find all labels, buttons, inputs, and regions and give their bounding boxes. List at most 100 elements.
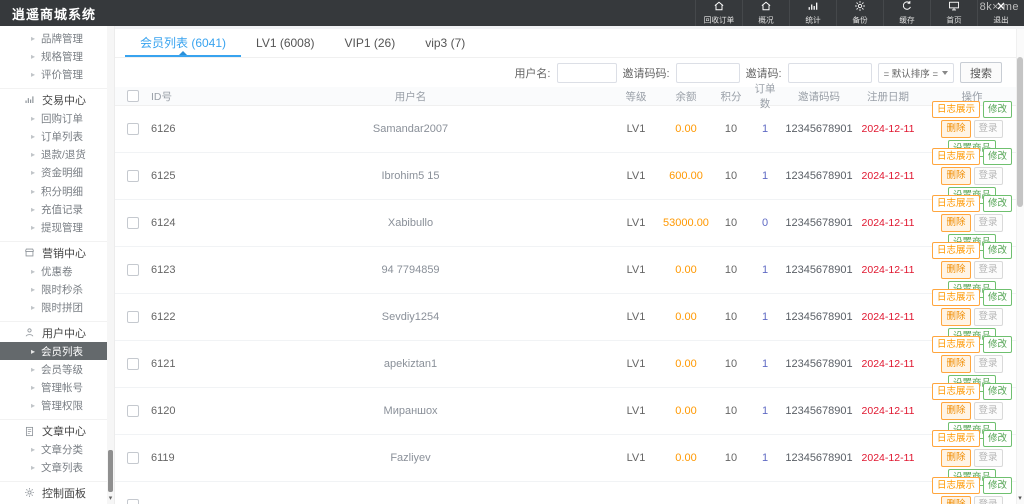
log-display-button[interactable]: 日志展示: [932, 430, 980, 448]
delete-button[interactable]: 删除: [941, 120, 970, 138]
sidebar-item-12[interactable]: ▸优惠卷: [0, 262, 114, 280]
topnav-item-chart[interactable]: 统计: [789, 0, 836, 26]
sidebar-item-5[interactable]: ▸订单列表: [0, 127, 114, 145]
tab-1[interactable]: LV1 (6008): [241, 29, 329, 57]
sidebar-item-0[interactable]: ▸品牌管理: [0, 29, 114, 47]
cell-orders-link[interactable]: 1: [750, 264, 780, 276]
cell-orders-link[interactable]: 0: [750, 217, 780, 229]
sidebar-item-4[interactable]: ▸回购订单: [0, 109, 114, 127]
edit-button[interactable]: 修改: [983, 336, 1012, 354]
sidebar-item-1[interactable]: ▸规格管理: [0, 47, 114, 65]
edit-button[interactable]: 修改: [983, 477, 1012, 495]
invite-code-filter-input[interactable]: [788, 63, 872, 83]
sidebar-item-2[interactable]: ▸评价管理: [0, 66, 114, 84]
sidebar-scrollbar-thumb[interactable]: [108, 450, 113, 492]
log-display-button[interactable]: 日志展示: [932, 148, 980, 166]
login-button[interactable]: 登录: [974, 355, 1003, 373]
sidebar-item-7[interactable]: ▸资金明细: [0, 164, 114, 182]
row-checkbox[interactable]: [127, 217, 139, 229]
edit-button[interactable]: 修改: [983, 242, 1012, 260]
invite-code2-filter-input[interactable]: [676, 63, 740, 83]
login-button[interactable]: 登录: [974, 261, 1003, 279]
delete-button[interactable]: 删除: [941, 449, 970, 467]
sidebar-section-23[interactable]: 控制面板: [0, 481, 114, 502]
log-display-button[interactable]: 日志展示: [932, 101, 980, 119]
log-display-button[interactable]: 日志展示: [932, 477, 980, 495]
sidebar-item-9[interactable]: ▸充值记录: [0, 200, 114, 218]
delete-button[interactable]: 删除: [941, 261, 970, 279]
log-display-button[interactable]: 日志展示: [932, 242, 980, 260]
edit-button[interactable]: 修改: [983, 289, 1012, 307]
row-checkbox[interactable]: [127, 358, 139, 370]
row-checkbox[interactable]: [127, 499, 139, 504]
tab-3[interactable]: vip3 (7): [410, 29, 480, 57]
delete-button[interactable]: 删除: [941, 167, 970, 185]
delete-button[interactable]: 删除: [941, 308, 970, 326]
login-button[interactable]: 登录: [974, 120, 1003, 138]
sidebar-scroll-down-icon[interactable]: ▾: [107, 494, 114, 504]
delete-button[interactable]: 删除: [941, 355, 970, 373]
cell-orders-link[interactable]: 1: [750, 405, 780, 417]
delete-button[interactable]: 删除: [941, 402, 970, 420]
sidebar-item-17[interactable]: ▸会员等级: [0, 360, 114, 378]
row-checkbox[interactable]: [127, 264, 139, 276]
sidebar-item-14[interactable]: ▸限时拼团: [0, 299, 114, 317]
log-display-button[interactable]: 日志展示: [932, 195, 980, 213]
username-filter-input[interactable]: [557, 63, 617, 83]
main-scrollbar[interactable]: ▾: [1016, 29, 1024, 504]
main-scrollbar-thumb[interactable]: [1017, 57, 1023, 207]
sort-select[interactable]: = 默认排序 =: [878, 63, 954, 83]
login-button[interactable]: 登录: [974, 308, 1003, 326]
log-display-button[interactable]: 日志展示: [932, 383, 980, 401]
log-display-button[interactable]: 日志展示: [932, 336, 980, 354]
topnav-item-refresh[interactable]: 缓存: [883, 0, 930, 26]
log-display-button[interactable]: 日志展示: [932, 289, 980, 307]
topnav-item-monitor[interactable]: 首页: [930, 0, 977, 26]
cell-orders-link[interactable]: 1: [750, 123, 780, 135]
sidebar-item-22[interactable]: ▸文章列表: [0, 458, 114, 476]
login-button[interactable]: 登录: [974, 214, 1003, 232]
sidebar-section-15[interactable]: 用户中心: [0, 321, 114, 342]
sidebar-item-16[interactable]: ▸会员列表: [0, 342, 114, 360]
row-checkbox[interactable]: [127, 170, 139, 182]
login-button[interactable]: 登录: [974, 449, 1003, 467]
edit-button[interactable]: 修改: [983, 148, 1012, 166]
tab-0[interactable]: 会员列表 (6041): [125, 29, 241, 57]
delete-button[interactable]: 删除: [941, 214, 970, 232]
cell-orders-link[interactable]: 1: [750, 170, 780, 182]
edit-button[interactable]: 修改: [983, 195, 1012, 213]
edit-button[interactable]: 修改: [983, 383, 1012, 401]
topnav-item-gear[interactable]: 备份: [836, 0, 883, 26]
tab-2[interactable]: VIP1 (26): [330, 29, 411, 57]
sidebar-item-13[interactable]: ▸限时秒杀: [0, 280, 114, 298]
delete-button[interactable]: 删除: [941, 496, 970, 504]
sidebar-section-3[interactable]: 交易中心: [0, 88, 114, 109]
sidebar-item-8[interactable]: ▸积分明细: [0, 182, 114, 200]
search-button[interactable]: 搜索: [960, 62, 1002, 83]
row-checkbox[interactable]: [127, 123, 139, 135]
sidebar-item-6[interactable]: ▸退款/退货: [0, 145, 114, 163]
main-scroll-down-icon[interactable]: ▾: [1016, 494, 1024, 504]
edit-button[interactable]: 修改: [983, 101, 1012, 119]
sidebar-section-20[interactable]: 文章中心: [0, 419, 114, 440]
sidebar-item-21[interactable]: ▸文章分类: [0, 440, 114, 458]
edit-button[interactable]: 修改: [983, 430, 1012, 448]
cell-orders-link[interactable]: 1: [750, 452, 780, 464]
sidebar-item-10[interactable]: ▸提现管理: [0, 219, 114, 237]
sidebar-section-11[interactable]: 营销中心: [0, 241, 114, 262]
sidebar-scrollbar[interactable]: ▾: [107, 26, 114, 504]
sidebar-item-19[interactable]: ▸管理权限: [0, 397, 114, 415]
select-all-checkbox[interactable]: [127, 90, 139, 102]
sidebar-item-18[interactable]: ▸管理帐号: [0, 378, 114, 396]
cell-orders-link[interactable]: 1: [750, 311, 780, 323]
topnav-item-home[interactable]: 概况: [742, 0, 789, 26]
cell-balance: 53000.00: [660, 217, 712, 229]
login-button[interactable]: 登录: [974, 402, 1003, 420]
row-checkbox[interactable]: [127, 405, 139, 417]
cell-orders-link[interactable]: 1: [750, 358, 780, 370]
topnav-item-home[interactable]: 回收订单: [695, 0, 742, 26]
login-button[interactable]: 登录: [974, 167, 1003, 185]
row-checkbox[interactable]: [127, 452, 139, 464]
login-button[interactable]: 登录: [974, 496, 1003, 504]
row-checkbox[interactable]: [127, 311, 139, 323]
